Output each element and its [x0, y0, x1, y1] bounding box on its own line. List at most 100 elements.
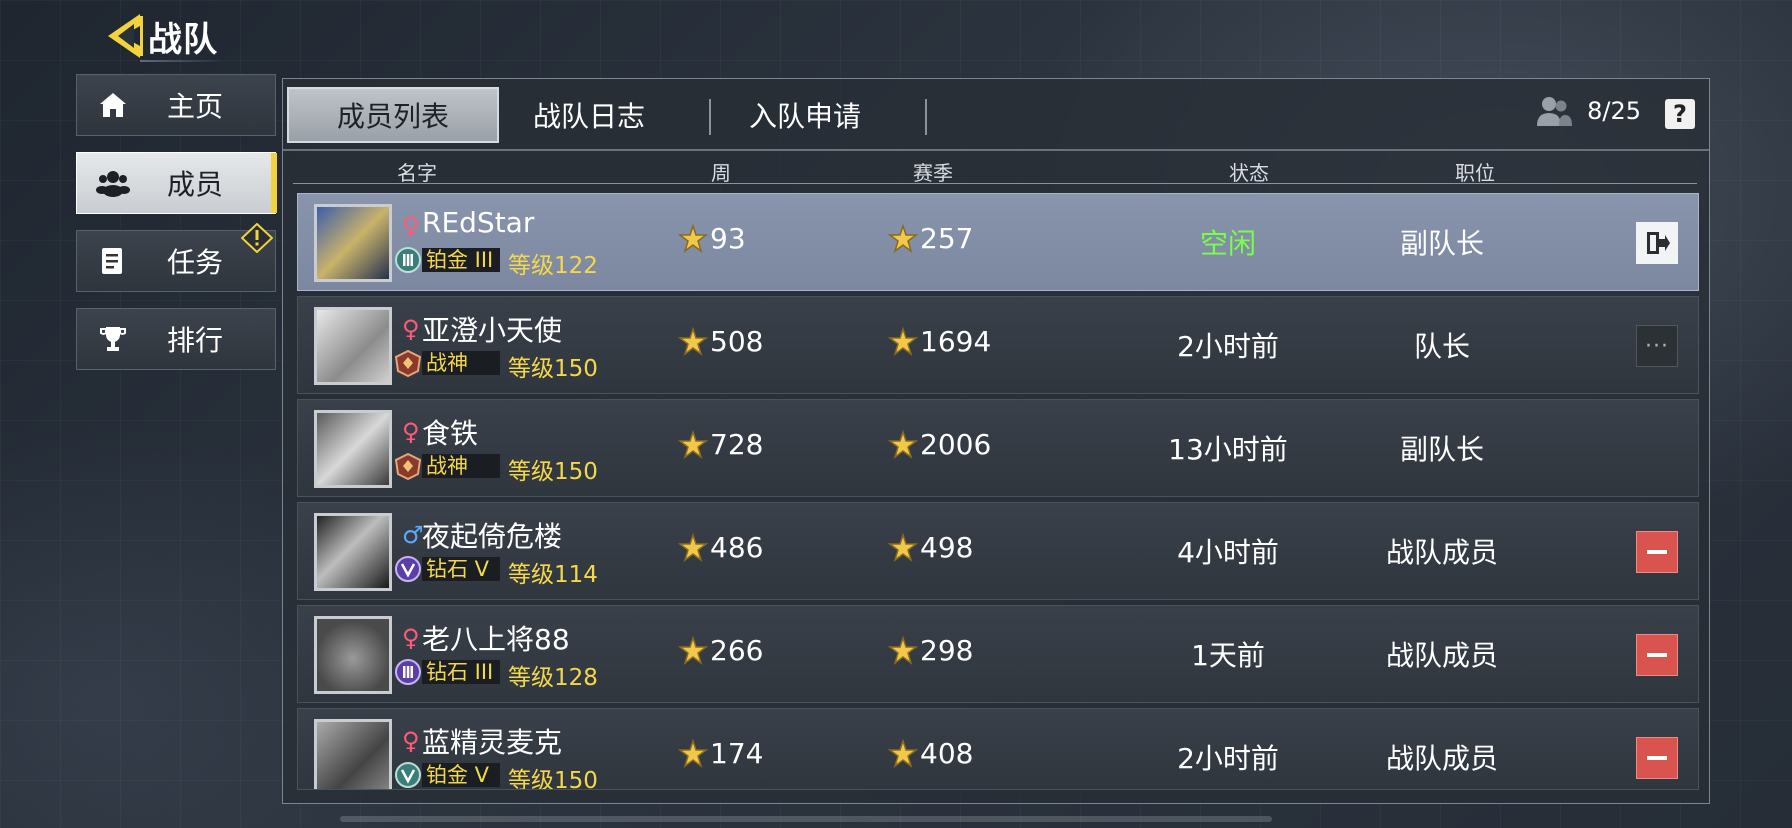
member-row[interactable]: ♂ 夜起倚危楼 钻石 V 等级114 486 498 4小时前 战队成员: [297, 502, 1699, 600]
rank-label: 钻石 III: [422, 660, 500, 684]
remove-member-button[interactable]: [1636, 634, 1678, 676]
player-level: 等级114: [508, 562, 598, 588]
rank-platinum-icon: [394, 761, 422, 789]
page-title: 战队: [148, 19, 218, 60]
avatar: [314, 513, 392, 591]
rank-label: 铂金 V: [422, 763, 500, 787]
rank-war-god-icon: [394, 349, 422, 378]
member-status: 1天前: [1191, 639, 1265, 672]
weekly-score: 266: [678, 634, 763, 667]
column-header-role: 职位: [1455, 161, 1495, 185]
back-button[interactable]: [104, 12, 144, 60]
weekly-score: 508: [678, 325, 763, 358]
gender-female-icon: ♀: [402, 418, 420, 446]
gender-female-icon: ♀: [402, 315, 420, 343]
rank-diamond-icon: [394, 658, 422, 686]
member-role: 战队成员: [1385, 639, 1498, 672]
season-score-value: 1694: [920, 325, 992, 358]
sidebar-item-ranking[interactable]: 排行: [76, 308, 276, 370]
tab-team-log[interactable]: 战队日志: [499, 87, 679, 143]
star-icon: [888, 326, 918, 356]
weekly-score: 486: [678, 531, 763, 564]
column-header-season: 赛季: [913, 161, 953, 185]
season-score: 2006: [888, 428, 991, 461]
weekly-score-value: 508: [710, 325, 764, 358]
member-role: 副队长: [1399, 227, 1484, 260]
season-score: 498: [888, 531, 973, 564]
season-score: 257: [888, 222, 973, 255]
sidebar-item-label: 主页: [167, 90, 224, 123]
season-score-value: 298: [920, 634, 974, 667]
rank-label: 战神: [422, 351, 500, 375]
player-level: 等级122: [508, 253, 598, 279]
player-name: 夜起倚危楼: [422, 520, 563, 553]
gender-female-icon: ♀: [402, 624, 420, 652]
rank-platinum-icon: [394, 246, 422, 274]
warning-icon: [240, 222, 274, 254]
tab-join-requests[interactable]: 入队申请: [715, 87, 895, 143]
star-icon: [678, 429, 708, 459]
help-button[interactable]: ?: [1665, 99, 1695, 129]
avatar: [314, 616, 392, 694]
horizontal-scrollbar[interactable]: [340, 816, 1272, 822]
remove-icon: [1647, 756, 1667, 760]
sidebar-item-label: 排行: [167, 324, 224, 357]
player-name: 亚澄小天使: [422, 314, 563, 347]
trophy-icon: [93, 319, 133, 359]
sidebar-item-tasks[interactable]: 任务: [76, 222, 276, 292]
weekly-score-value: 728: [710, 428, 764, 461]
remove-member-button[interactable]: [1636, 737, 1678, 779]
tab-separator: [925, 99, 927, 135]
avatar: [314, 719, 392, 789]
column-header-week: 周: [711, 161, 731, 185]
members-panel: 成员列表 战队日志 入队申请 8/25 ? 名字 周 赛季 状态 职位 ♀ RE…: [282, 78, 1710, 804]
avatar: [314, 410, 392, 488]
column-header-status: 状态: [1229, 161, 1269, 185]
member-count-text: 8/25: [1587, 97, 1641, 125]
star-icon: [888, 738, 918, 768]
rank-diamond-icon: [394, 555, 422, 583]
star-icon: [888, 532, 918, 562]
sidebar-item-members[interactable]: 成员: [76, 152, 277, 214]
season-score: 408: [888, 737, 973, 770]
tab-member-list[interactable]: 成员列表: [287, 87, 499, 143]
player-name: 食铁: [422, 417, 479, 450]
member-row[interactable]: ♀ 食铁 战神 等级150 728 2006 13小时前 副队长: [297, 399, 1699, 497]
star-icon: [678, 635, 708, 665]
member-row[interactable]: ♀ 亚澄小天使 战神 等级150 508 1694 2小时前 队长 ···: [297, 296, 1699, 394]
season-score-value: 2006: [920, 428, 992, 461]
star-icon: [678, 532, 708, 562]
task-icon: [93, 241, 133, 281]
season-score-value: 498: [920, 531, 974, 564]
remove-member-button[interactable]: [1636, 531, 1678, 573]
sidebar-item-label: 成员: [167, 168, 224, 201]
weekly-score-value: 93: [710, 222, 746, 255]
member-role: 战队成员: [1385, 536, 1498, 569]
player-level: 等级128: [508, 665, 598, 691]
more-options-button[interactable]: ···: [1636, 325, 1678, 367]
leave-team-button[interactable]: [1636, 222, 1678, 264]
player-name: 蓝精灵麦克: [422, 726, 563, 759]
member-row[interactable]: ♀ 老八上将88 钻石 III 等级128 266 298 1天前 战队成员: [297, 605, 1699, 703]
member-status: 13小时前: [1168, 433, 1288, 466]
member-count: 8/25: [1535, 95, 1641, 127]
member-row[interactable]: ♀ 蓝精灵麦克 铂金 V 等级150 174 408 2小时前 战队成员: [297, 708, 1699, 790]
member-status: 2小时前: [1177, 742, 1279, 775]
player-name: REdStar: [422, 206, 535, 239]
sidebar-item-home[interactable]: 主页: [76, 74, 276, 136]
title-underline: [140, 60, 226, 62]
gender-female-icon: ♀: [402, 727, 420, 755]
member-row[interactable]: ♀ REdStar 铂金 III 等级122 93 257 空闲 副队长: [297, 193, 1699, 291]
member-role: 战队成员: [1385, 742, 1498, 775]
member-status: 4小时前: [1177, 536, 1279, 569]
player-level: 等级150: [508, 768, 598, 790]
column-header-name: 名字: [397, 161, 437, 185]
tab-separator: [709, 99, 711, 135]
top-bar: 战队: [104, 12, 218, 60]
avatar: [314, 307, 392, 385]
member-status: 空闲: [1199, 227, 1256, 260]
player-level: 等级150: [508, 356, 598, 382]
season-score: 1694: [888, 325, 991, 358]
tab-divider: [283, 149, 1709, 151]
star-icon: [888, 635, 918, 665]
